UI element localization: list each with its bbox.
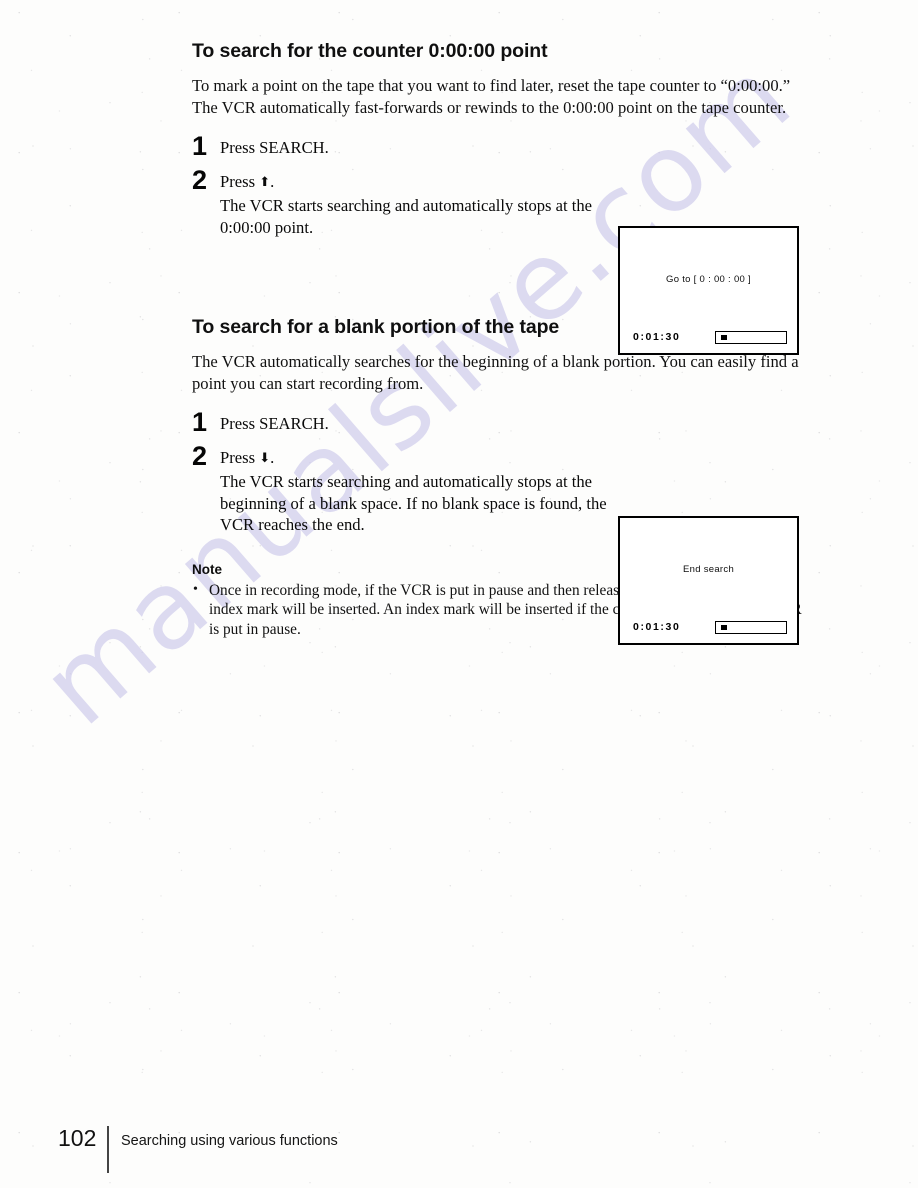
section-intro-blank-search: The VCR automatically searches for the b… <box>192 352 799 393</box>
step-item: 1 Press SEARCH. <box>192 409 812 436</box>
scanned-page: manualslive.com To search for the counte… <box>0 0 918 1188</box>
footer-page-number: 102 <box>58 1125 97 1151</box>
step-number: 1 <box>192 131 208 161</box>
tv-screen-illustration-blank-search: End search 0:01:30 <box>618 516 799 645</box>
step-title-text: Press <box>220 448 260 467</box>
tv-screen-progress-marker <box>721 624 727 630</box>
footer-section-title: Searching using various functions <box>120 1133 338 1149</box>
section-intro-counter-search: To mark a point on the tape that you wan… <box>192 76 791 117</box>
step-item: 1 Press SEARCH. <box>192 133 812 160</box>
tv-screen-message: Go to [ 0 : 00 : 00 ] <box>666 274 751 285</box>
steps-list-counter-search: 1 Press SEARCH. 2 Press ⬆. The VCR start… <box>192 133 812 238</box>
tv-screen-counter: 0:01:30 <box>633 331 681 343</box>
tv-screen-illustration-counter-search: Go to [ 0 : 00 : 00 ] 0:01:30 <box>618 226 799 355</box>
step-title: Press SEARCH. <box>220 138 329 157</box>
step-title: Press SEARCH. <box>220 414 329 433</box>
tv-screen-counter: 0:01:30 <box>633 621 681 633</box>
page-footer: 102 Searching using various functions <box>58 1124 338 1188</box>
section-heading-counter-search: To search for the counter 0:00:00 point <box>192 40 548 62</box>
step-title: Press ⬆. <box>220 171 812 192</box>
bullet-icon: • <box>193 581 198 597</box>
step-title: Press ⬇. <box>220 447 812 468</box>
tv-screen-progress-bar <box>715 621 787 634</box>
step-title-suffix: . <box>270 448 275 467</box>
step-number: 2 <box>192 165 208 195</box>
tv-screen-message: End search <box>682 564 735 575</box>
step-title-suffix: . <box>270 172 275 191</box>
arrow-down-icon: ⬇ <box>259 451 271 466</box>
step-number: 2 <box>192 441 208 471</box>
tv-screen-progress-marker <box>721 334 727 340</box>
arrow-up-icon: ⬆ <box>259 175 271 190</box>
tv-screen-progress-bar <box>715 331 787 344</box>
step-title-text: Press <box>220 172 260 191</box>
step-detail: The VCR starts searching and automatical… <box>220 196 593 237</box>
step-detail: The VCR starts searching and automatical… <box>220 472 607 534</box>
step-number: 1 <box>192 407 208 437</box>
